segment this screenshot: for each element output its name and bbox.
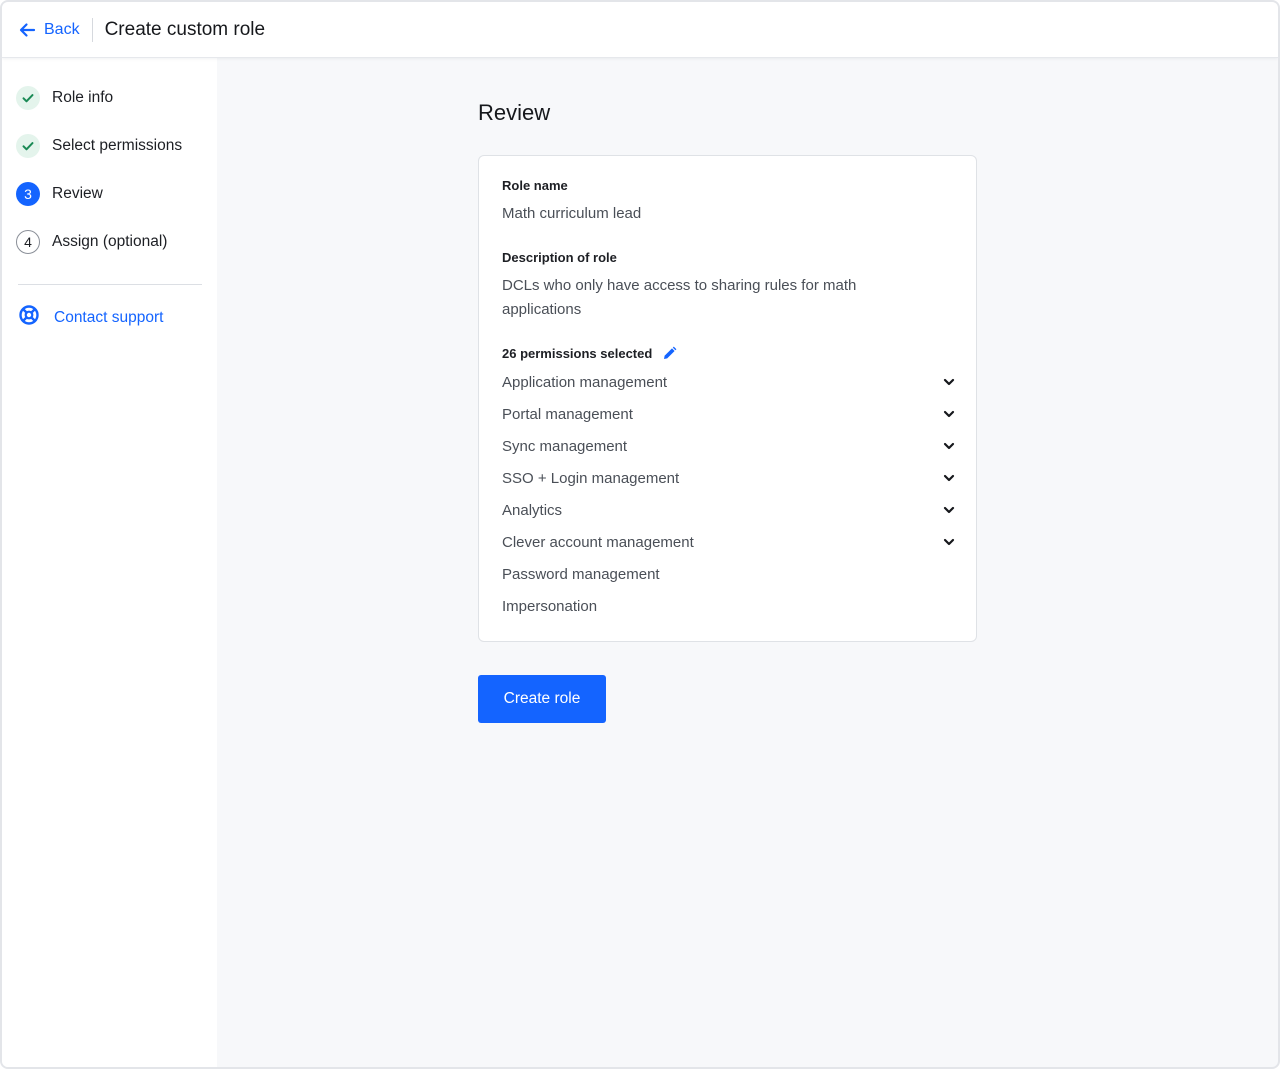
- permissions-header: 26 permissions selected: [502, 346, 677, 361]
- permission-label: Sync management: [502, 437, 628, 455]
- step-number-badge: 4: [16, 230, 40, 254]
- review-card: Role name Math curriculum lead Descripti…: [478, 155, 977, 642]
- main-content: Review Role name Math curriculum lead De…: [217, 58, 1278, 1067]
- description-value-line2: applications: [502, 301, 582, 318]
- step-assign[interactable]: 4 Assign (optional): [16, 229, 167, 255]
- permission-label: Analytics: [502, 501, 563, 519]
- step-number-badge: 3: [16, 182, 40, 206]
- permission-label: Portal management: [502, 405, 633, 423]
- back-button[interactable]: Back: [18, 18, 92, 42]
- sidebar: Role info Select permissions 3 Review 4 …: [2, 58, 217, 1067]
- check-icon: [16, 86, 40, 110]
- permission-label: Application management: [502, 373, 668, 391]
- chevron-down-icon[interactable]: [942, 471, 956, 485]
- step-label: Role info: [52, 89, 114, 106]
- permission-row-sync-management[interactable]: Sync management: [502, 434, 956, 458]
- arrow-left-icon: [18, 21, 36, 39]
- chevron-down-icon[interactable]: [942, 375, 956, 389]
- check-icon: [16, 134, 40, 158]
- description-value-line1: DCLs who only have access to sharing rul…: [502, 277, 857, 294]
- permission-label: Clever account management: [502, 533, 694, 551]
- permission-row-sso-login-management[interactable]: SSO + Login management: [502, 466, 956, 490]
- page-title: Create custom role: [104, 18, 266, 40]
- role-name-label: Role name: [502, 178, 568, 193]
- contact-support-link[interactable]: Contact support: [18, 304, 163, 331]
- step-select-permissions[interactable]: Select permissions: [16, 133, 182, 159]
- create-role-button[interactable]: Create role: [478, 675, 606, 723]
- permission-label: Password management: [502, 565, 660, 583]
- permission-row-clever-account-management[interactable]: Clever account management: [502, 530, 956, 554]
- contact-support-label: Contact support: [54, 308, 164, 326]
- top-bar: Back Create custom role: [2, 2, 1278, 58]
- app-window: Back Create custom role Role info Select…: [0, 0, 1280, 1069]
- lifebuoy-icon: [18, 304, 40, 331]
- permission-label: Impersonation: [502, 597, 598, 615]
- review-heading: Review: [478, 100, 551, 125]
- description-label: Description of role: [502, 250, 617, 265]
- step-role-info[interactable]: Role info: [16, 85, 113, 111]
- chevron-down-icon[interactable]: [942, 535, 956, 549]
- permission-row-password-management: Password management: [502, 562, 956, 586]
- header-divider: [91, 17, 93, 42]
- chevron-down-icon[interactable]: [942, 407, 956, 421]
- permission-row-portal-management[interactable]: Portal management: [502, 402, 956, 426]
- chevron-down-icon[interactable]: [942, 439, 956, 453]
- sidebar-divider: [18, 284, 202, 285]
- role-name-value: Math curriculum lead: [502, 205, 642, 222]
- permission-label: SSO + Login management: [502, 469, 680, 487]
- permission-row-impersonation: Impersonation: [502, 594, 956, 618]
- permissions-count-label: 26 permissions selected: [502, 346, 653, 361]
- back-label: Back: [44, 20, 80, 38]
- step-label: Review: [52, 185, 103, 202]
- chevron-down-icon[interactable]: [942, 503, 956, 517]
- permission-row-analytics[interactable]: Analytics: [502, 498, 956, 522]
- step-label: Assign (optional): [52, 233, 168, 250]
- step-label: Select permissions: [52, 137, 183, 154]
- pencil-icon[interactable]: [662, 346, 677, 361]
- step-review[interactable]: 3 Review: [16, 181, 103, 207]
- permission-row-application-management[interactable]: Application management: [502, 370, 956, 394]
